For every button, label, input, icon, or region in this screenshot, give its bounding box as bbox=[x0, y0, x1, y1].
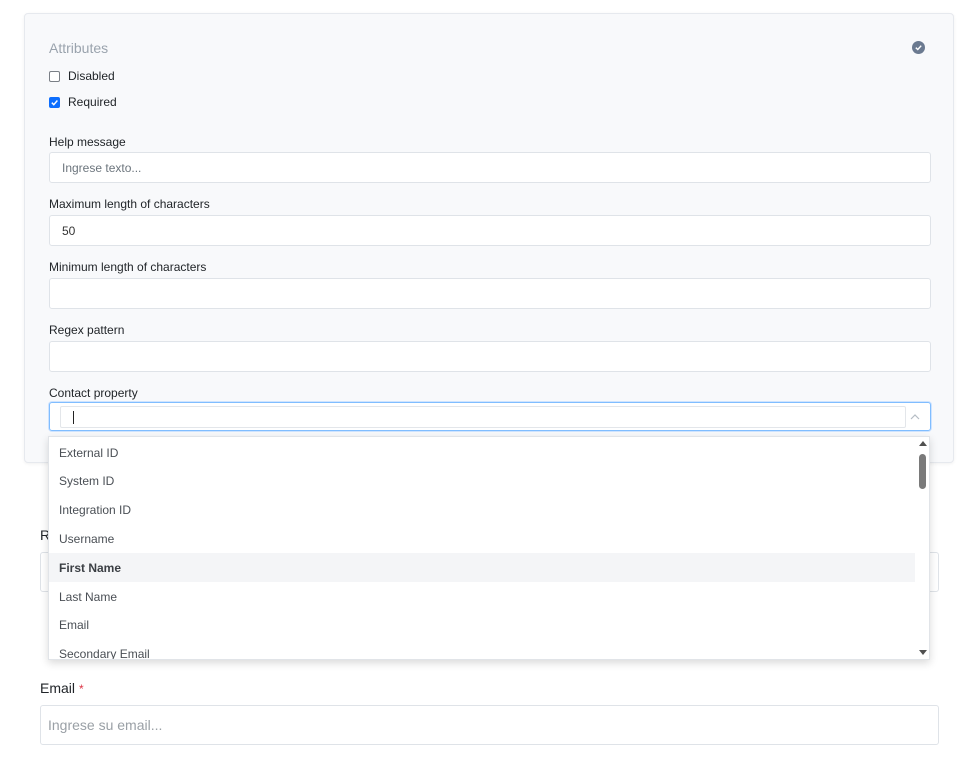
min-length-input[interactable] bbox=[49, 278, 931, 309]
contact-property-select[interactable] bbox=[49, 402, 931, 431]
scroll-thumb[interactable] bbox=[919, 454, 926, 489]
required-checkbox-row[interactable]: Required bbox=[49, 95, 117, 109]
email-label: Email * bbox=[40, 680, 84, 696]
contact-property-label: Contact property bbox=[49, 386, 138, 400]
dropdown-option[interactable]: First Name bbox=[49, 553, 915, 583]
dropdown-option[interactable]: External ID bbox=[49, 438, 915, 467]
dropdown-option[interactable]: Email bbox=[49, 611, 915, 640]
help-message-label: Help message bbox=[49, 135, 126, 149]
required-asterisk: * bbox=[79, 682, 84, 696]
dropdown-scrollbar[interactable] bbox=[915, 437, 929, 659]
dropdown-option[interactable]: Integration ID bbox=[49, 496, 915, 525]
min-length-label: Minimum length of characters bbox=[49, 260, 207, 274]
scroll-down-arrow-icon[interactable] bbox=[919, 650, 927, 655]
dropdown-option[interactable]: System ID bbox=[49, 467, 915, 496]
regex-input[interactable] bbox=[49, 341, 931, 372]
required-label: Required bbox=[68, 95, 117, 109]
max-length-input[interactable]: 50 bbox=[49, 215, 931, 246]
contact-property-dropdown[interactable]: External ID System ID Integration ID Userna… bbox=[48, 436, 930, 660]
regex-label: Regex pattern bbox=[49, 323, 125, 337]
required-checkbox[interactable] bbox=[49, 96, 60, 108]
disabled-checkbox-row[interactable]: Disabled bbox=[49, 69, 115, 83]
attributes-panel: Attributes Disabled Required Help messag… bbox=[24, 13, 954, 463]
disabled-checkbox[interactable] bbox=[49, 70, 60, 82]
scroll-up-arrow-icon[interactable] bbox=[919, 441, 927, 446]
chevron-up-icon[interactable] bbox=[908, 410, 922, 424]
check-circle-icon[interactable] bbox=[912, 41, 925, 54]
text-caret bbox=[73, 411, 74, 424]
dropdown-option[interactable]: Username bbox=[49, 524, 915, 553]
email-label-text: Email bbox=[40, 680, 76, 696]
email-input[interactable]: Ingrese su email... bbox=[40, 705, 939, 745]
panel-title: Attributes bbox=[49, 40, 109, 56]
disabled-label: Disabled bbox=[68, 69, 115, 83]
dropdown-option[interactable]: Secondary Email bbox=[49, 640, 915, 659]
help-message-input[interactable]: Ingrese texto... bbox=[49, 152, 931, 183]
checkmark-icon bbox=[51, 99, 58, 106]
dropdown-option[interactable]: Last Name bbox=[49, 582, 915, 611]
max-length-label: Maximum length of characters bbox=[49, 197, 210, 211]
contact-property-search-input[interactable] bbox=[60, 406, 906, 428]
